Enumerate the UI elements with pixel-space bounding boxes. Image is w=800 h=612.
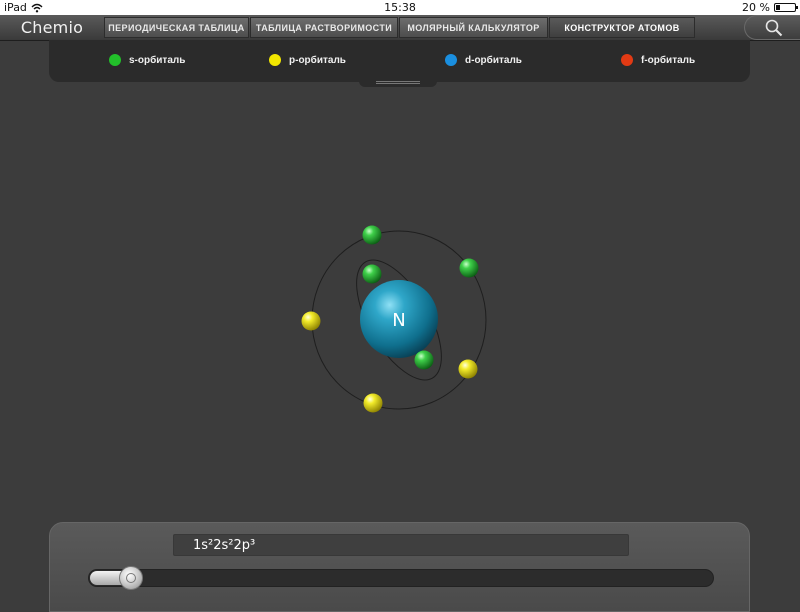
electron-configuration: 1s²2s²2p³: [173, 534, 629, 556]
atomic-number-slider[interactable]: [88, 566, 714, 590]
slider-thumb[interactable]: [119, 566, 143, 590]
atom-model[interactable]: N: [0, 0, 800, 600]
element-symbol: N: [392, 310, 405, 331]
s-electron: [414, 350, 434, 370]
s-electron: [362, 225, 382, 245]
p-electron: [458, 359, 478, 379]
s-electron: [459, 258, 479, 278]
p-electron: [363, 393, 383, 413]
configuration-panel: 1s²2s²2p³: [49, 522, 750, 612]
s-electron: [362, 264, 382, 284]
p-electron: [301, 311, 321, 331]
